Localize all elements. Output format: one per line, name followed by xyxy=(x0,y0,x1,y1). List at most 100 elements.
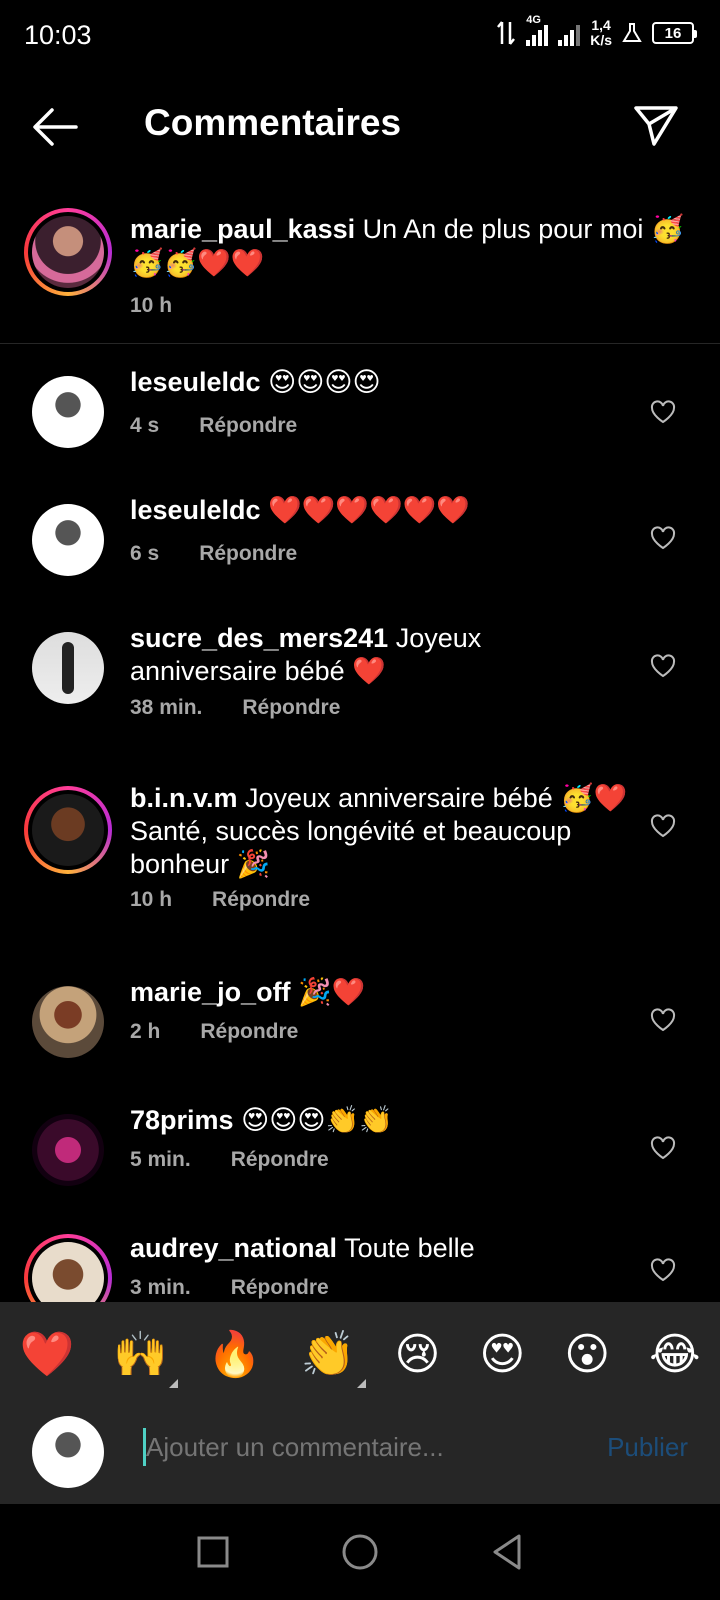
reaction-crying[interactable]: 😢 xyxy=(395,1329,441,1380)
comment-body: 😍😍😍😍 xyxy=(268,367,381,397)
post-caption: marie_paul_kassi Un An de plus pour moi … xyxy=(0,206,720,344)
comment-item: audrey_national Toute belle 3 min. Répon… xyxy=(0,1232,720,1302)
comment-item: sucre_des_mers241 Joyeux anniversaire bé… xyxy=(0,623,720,756)
comment-body: ❤️❤️❤️❤️❤️❤️ xyxy=(268,495,470,525)
comment-meta: 2 h Répondre xyxy=(130,1020,298,1044)
avatar[interactable] xyxy=(24,208,112,296)
system-nav-bar xyxy=(0,1504,720,1600)
reply-button[interactable]: Répondre xyxy=(199,542,297,566)
heart-icon[interactable] xyxy=(650,1136,676,1160)
reaction-heart[interactable]: ❤️ xyxy=(19,1328,74,1380)
comment-meta: 4 s Répondre xyxy=(130,414,297,438)
skin-tone-indicator-icon xyxy=(356,1379,366,1388)
page-title: Commentaires xyxy=(144,102,402,143)
status-time: 10:03 xyxy=(24,20,92,50)
reply-button[interactable]: Répondre xyxy=(199,414,297,438)
comment-timestamp: 6 s xyxy=(130,542,160,565)
network-type-label: 4G xyxy=(526,14,541,26)
reply-button[interactable]: Répondre xyxy=(200,1020,298,1044)
comment-timestamp: 5 min. xyxy=(130,1148,191,1171)
network-speed: 1,4 K/s xyxy=(590,18,612,48)
speed-value: 1,4 xyxy=(591,17,611,33)
comment-text: leseuleldc 😍😍😍😍 xyxy=(130,366,630,399)
reaction-laughing[interactable]: 😂 xyxy=(649,1329,700,1380)
back-icon[interactable] xyxy=(487,1532,527,1572)
skin-tone-indicator-icon xyxy=(169,1379,179,1388)
heart-icon[interactable] xyxy=(650,654,676,678)
publish-button[interactable]: Publier xyxy=(607,1432,688,1463)
comment-username[interactable]: marie_jo_off xyxy=(130,977,291,1007)
comment-body: 😍😍😍👏👏 xyxy=(241,1105,393,1135)
data-transfer-icon xyxy=(497,21,516,45)
comment-username[interactable]: leseuleldc xyxy=(130,367,261,397)
comment-timestamp: 2 h xyxy=(130,1020,161,1043)
reaction-fire[interactable]: 🔥 xyxy=(207,1328,262,1380)
comment-body: Toute belle xyxy=(344,1233,475,1263)
comment-text: 78prims 😍😍😍👏👏 xyxy=(130,1104,630,1137)
recent-apps-icon[interactable] xyxy=(193,1532,233,1572)
avatar[interactable] xyxy=(32,986,104,1058)
back-arrow-icon[interactable] xyxy=(30,104,80,150)
send-icon[interactable] xyxy=(632,102,680,150)
reaction-heart-eyes[interactable]: 😍 xyxy=(479,1329,525,1380)
heart-icon[interactable] xyxy=(650,1008,676,1032)
comment-username[interactable]: sucre_des_mers241 xyxy=(130,623,388,653)
avatar[interactable] xyxy=(32,504,104,576)
battery-icon: 16 xyxy=(652,22,697,44)
comment-item: leseuleldc ❤️❤️❤️❤️❤️❤️ 6 s Répondre xyxy=(0,495,720,608)
comment-body: 🎉❤️ xyxy=(298,977,366,1007)
comment-item: marie_jo_off 🎉❤️ 2 h Répondre xyxy=(0,977,720,1090)
speed-unit: K/s xyxy=(590,32,612,48)
reply-button[interactable]: Répondre xyxy=(242,696,340,720)
comment-timestamp: 3 min. xyxy=(130,1276,191,1299)
reaction-raised-hands[interactable]: 🙌 xyxy=(113,1328,179,1388)
flask-icon xyxy=(622,23,642,42)
comment-item: 78prims 😍😍😍👏👏 5 min. Répondre xyxy=(0,1105,720,1218)
comment-username[interactable]: b.i.n.v.m xyxy=(130,783,238,813)
home-icon[interactable] xyxy=(340,1532,380,1572)
avatar[interactable] xyxy=(32,632,104,704)
header: Commentaires xyxy=(0,92,720,164)
avatar xyxy=(32,1416,104,1488)
comment-meta: 10 h Répondre xyxy=(130,888,310,912)
caption-timestamp: 10 h xyxy=(130,294,173,317)
reply-button[interactable]: Répondre xyxy=(231,1148,329,1172)
caption-text: marie_paul_kassi Un An de plus pour moi … xyxy=(130,212,690,280)
comment-text: b.i.n.v.m Joyeux anniversaire bébé 🥳❤️ S… xyxy=(130,782,630,881)
avatar[interactable] xyxy=(32,376,104,448)
status-bar: 10:03 4G 1,4 K/s 16 xyxy=(0,0,720,72)
comment-meta: 6 s Répondre xyxy=(130,542,297,566)
input-row: Publier xyxy=(0,1412,720,1492)
reply-button[interactable]: Répondre xyxy=(231,1276,329,1300)
battery-level: 16 xyxy=(664,24,682,42)
quick-reactions: ❤️ 🙌 🔥 👏 😢 😍 😮 😂 xyxy=(0,1324,720,1388)
avatar[interactable] xyxy=(24,1234,112,1302)
avatar[interactable] xyxy=(24,786,112,874)
comment-input[interactable] xyxy=(146,1432,566,1463)
heart-icon[interactable] xyxy=(650,1258,676,1282)
heart-icon[interactable] xyxy=(650,814,676,838)
comment-timestamp: 38 min. xyxy=(130,696,203,719)
comment-timestamp: 4 s xyxy=(130,414,160,437)
signal-4g-icon: 4G xyxy=(526,14,549,46)
comment-text: audrey_national Toute belle xyxy=(130,1232,630,1265)
comment-meta: 5 min. Répondre xyxy=(130,1148,329,1172)
reaction-surprised[interactable]: 😮 xyxy=(564,1329,610,1380)
heart-icon[interactable] xyxy=(650,400,676,424)
avatar[interactable] xyxy=(32,1114,104,1186)
caption-username[interactable]: marie_paul_kassi xyxy=(130,214,355,244)
comment-text: leseuleldc ❤️❤️❤️❤️❤️❤️ xyxy=(130,494,630,527)
comment-username[interactable]: 78prims xyxy=(130,1105,234,1135)
comment-username[interactable]: leseuleldc xyxy=(130,495,261,525)
status-icons: 4G 1,4 K/s 16 xyxy=(496,14,697,48)
comment-item: b.i.n.v.m Joyeux anniversaire bébé 🥳❤️ S… xyxy=(0,783,720,956)
comment-meta: 3 min. Répondre xyxy=(130,1276,329,1300)
heart-icon[interactable] xyxy=(650,526,676,550)
comment-text: marie_jo_off 🎉❤️ xyxy=(130,976,630,1009)
comment-composer: ❤️ 🙌 🔥 👏 😢 😍 😮 😂 Publier xyxy=(0,1302,720,1504)
signal-icon xyxy=(558,20,581,46)
comment-username[interactable]: audrey_national xyxy=(130,1233,337,1263)
reply-button[interactable]: Répondre xyxy=(212,888,310,912)
reaction-clap-emoji: 👏 xyxy=(300,1330,356,1379)
reaction-clap[interactable]: 👏 xyxy=(300,1328,366,1388)
